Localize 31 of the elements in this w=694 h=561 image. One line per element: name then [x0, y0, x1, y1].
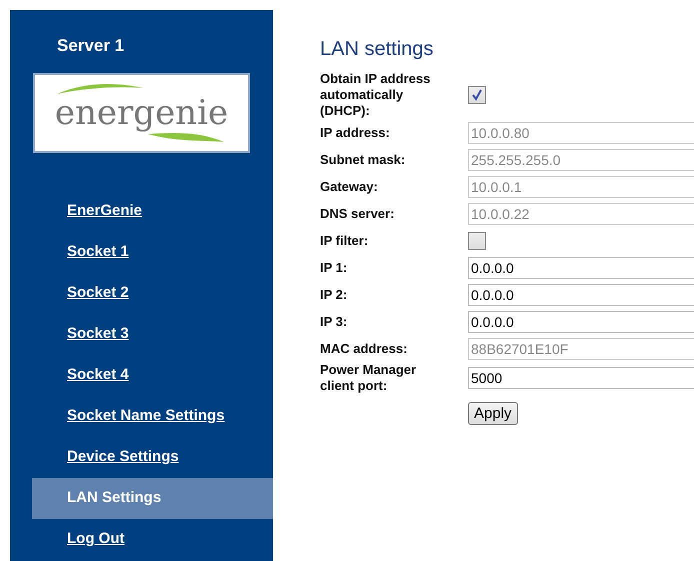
field-label: Obtain IP address automatically (DHCP): [320, 71, 432, 119]
input-field[interactable]: 0.0.0.0 [468, 310, 694, 332]
nav-link[interactable]: Socket 4 [32, 355, 273, 396]
field-label: Gateway: [320, 178, 379, 194]
nav-link[interactable]: LAN Settings [32, 478, 273, 519]
field-label: Power Manager client port: [320, 362, 418, 394]
nav-link[interactable]: Socket 2 [32, 273, 273, 314]
apply-button[interactable]: Apply [468, 402, 518, 425]
nav-link[interactable]: Log Out [32, 519, 273, 560]
input-field[interactable]: 0.0.0.0 [468, 284, 694, 306]
field-label: IP address: [320, 124, 391, 140]
field-label: IP 1: [320, 260, 348, 276]
nav-link[interactable]: Socket 3 [32, 314, 273, 355]
nav-link[interactable]: Socket 1 [32, 232, 273, 273]
logo-text: energenie [54, 96, 228, 130]
field-label: IP 2: [320, 286, 348, 302]
nav-link[interactable]: EnerGenie [32, 191, 273, 232]
nav-link[interactable]: Socket Name Settings [32, 396, 273, 437]
input-field[interactable]: 0.0.0.0 [468, 256, 694, 278]
nav-link[interactable]: Device Settings [32, 437, 273, 478]
field-label: IP filter: [320, 232, 370, 248]
field-label: DNS server: [320, 206, 396, 222]
field-label: IP 3: [320, 314, 348, 330]
server-title: Server 1 [57, 36, 126, 56]
checkbox[interactable] [468, 86, 486, 104]
swoosh-icon [146, 130, 226, 144]
input-field[interactable]: 5000 [468, 367, 694, 389]
checkbox[interactable] [468, 232, 486, 250]
field-label: Subnet mask: [320, 152, 406, 168]
page-title: LAN settings [320, 38, 434, 61]
field-label: MAC address: [320, 340, 408, 356]
